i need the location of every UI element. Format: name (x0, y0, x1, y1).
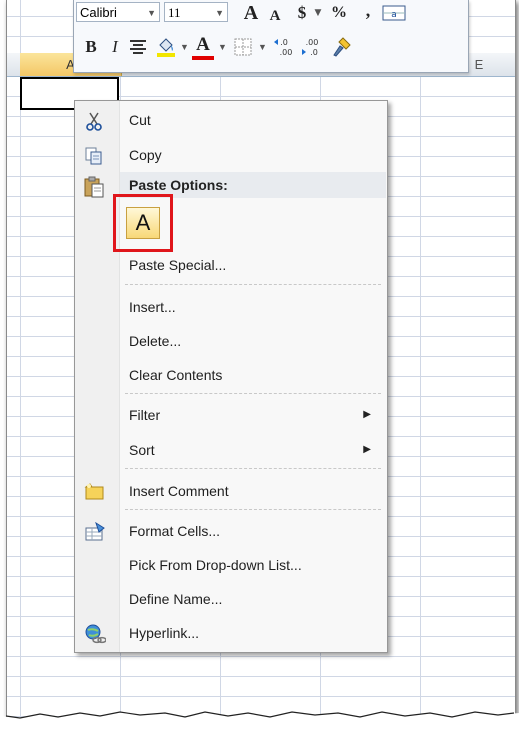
menu-item-cut[interactable]: Cut (77, 104, 385, 136)
context-menu: Cut Copy Paste Options: A Paste Special.… (74, 100, 388, 653)
comma-style-button[interactable]: , (360, 0, 376, 21)
menu-item-label: Hyperlink... (129, 625, 200, 641)
font-color-bar (192, 56, 214, 60)
font-name-combo[interactable]: Calibri ▼ (76, 2, 160, 22)
font-size-value: 11 (168, 5, 181, 20)
menu-item-filter[interactable]: Filter ▶ (77, 399, 385, 431)
hyperlink-icon (84, 623, 107, 644)
chevron-down-icon[interactable]: ▼ (258, 34, 267, 60)
menu-item-label: Delete... (129, 333, 182, 349)
paste-values-button[interactable]: A (126, 207, 160, 239)
menu-separator (125, 284, 381, 285)
svg-text:.00: .00 (306, 38, 319, 47)
mini-toolbar-row-2: B I ▼ A ▼ ▼ .0 .00 .00 .0 (74, 34, 468, 64)
font-color-button[interactable]: A (192, 34, 214, 60)
percent-button[interactable]: % (328, 2, 350, 24)
menu-separator (125, 468, 381, 469)
chevron-down-icon[interactable]: ▼ (218, 34, 227, 60)
menu-separator (125, 393, 381, 394)
menu-item-label: Define Name... (129, 591, 223, 607)
paste-values-highlight: A (113, 194, 173, 252)
menu-item-label: Insert... (129, 299, 176, 315)
menu-item-sort[interactable]: Sort ▶ (77, 434, 385, 466)
center-align-icon[interactable] (128, 34, 148, 60)
menu-item-define-name[interactable]: Define Name... (77, 583, 385, 615)
menu-item-label: Sort (129, 442, 155, 458)
menu-item-hyperlink[interactable]: Hyperlink... (77, 617, 385, 649)
menu-item-label: Cut (129, 112, 151, 128)
svg-text:.0: .0 (310, 48, 318, 57)
merge-center-icon[interactable]: a (380, 2, 408, 24)
grow-font-button[interactable]: A (240, 2, 262, 24)
menu-item-label: Insert Comment (129, 483, 229, 499)
format-cells-icon (84, 521, 105, 541)
svg-text:.00: .00 (280, 48, 293, 57)
svg-text:.0: .0 (280, 38, 288, 47)
chevron-down-icon[interactable]: ▼ (180, 34, 189, 60)
menu-item-label: Copy (129, 147, 162, 163)
mini-toolbar: Calibri ▼ 11 ▼ A A $ ▼ % , a B I ▼ A ▼ ▼… (73, 0, 469, 73)
menu-item-label: Paste Special... (129, 257, 227, 273)
bold-button[interactable]: B (82, 34, 100, 60)
menu-item-label: Clear Contents (129, 367, 223, 383)
fill-color-icon[interactable] (154, 34, 178, 60)
chevron-down-icon[interactable]: ▼ (312, 2, 324, 24)
menu-item-label: Filter (129, 407, 161, 423)
menu-item-pick-from-list[interactable]: Pick From Drop-down List... (77, 549, 385, 581)
chevron-down-icon[interactable]: ▼ (215, 3, 224, 23)
italic-button[interactable]: I (108, 34, 122, 60)
font-color-letter: A (196, 34, 210, 55)
borders-icon[interactable] (232, 34, 254, 60)
submenu-arrow-icon: ▶ (363, 409, 371, 420)
increase-decimal-icon[interactable]: .0 .00 (272, 34, 296, 60)
svg-text:a: a (391, 10, 397, 20)
menu-item-insert-comment[interactable]: Insert Comment (77, 475, 385, 507)
torn-edge-decoration (0, 711, 519, 744)
copy-icon (84, 145, 104, 165)
menu-item-copy[interactable]: Copy (77, 139, 385, 171)
paste-options-label: Paste Options: (129, 177, 228, 193)
menu-item-format-cells[interactable]: Format Cells... (77, 515, 385, 547)
decrease-decimal-icon[interactable]: .00 .0 (300, 34, 324, 60)
chevron-down-icon[interactable]: ▼ (147, 3, 156, 23)
menu-item-clear-contents[interactable]: Clear Contents (77, 359, 385, 391)
menu-item-label: Pick From Drop-down List... (129, 557, 302, 573)
currency-button[interactable]: $ (294, 2, 310, 24)
menu-separator (125, 509, 381, 510)
scissors-icon (84, 110, 104, 131)
shrink-font-button[interactable]: A (266, 5, 284, 27)
font-size-combo[interactable]: 11 ▼ (164, 2, 228, 22)
paste-values-letter: A (135, 210, 151, 235)
menu-item-label: Format Cells... (129, 523, 221, 539)
paste-icon (83, 176, 104, 198)
mini-toolbar-row-1: Calibri ▼ 11 ▼ A A $ ▼ % , a (74, 0, 468, 27)
format-painter-icon[interactable] (330, 34, 354, 60)
submenu-arrow-icon: ▶ (363, 444, 371, 455)
insert-comment-icon (84, 481, 104, 501)
menu-item-delete[interactable]: Delete... (77, 325, 385, 357)
font-name-value: Calibri (80, 5, 117, 20)
menu-item-insert[interactable]: Insert... (77, 291, 385, 323)
menu-item-paste-special[interactable]: Paste Special... (77, 249, 385, 281)
